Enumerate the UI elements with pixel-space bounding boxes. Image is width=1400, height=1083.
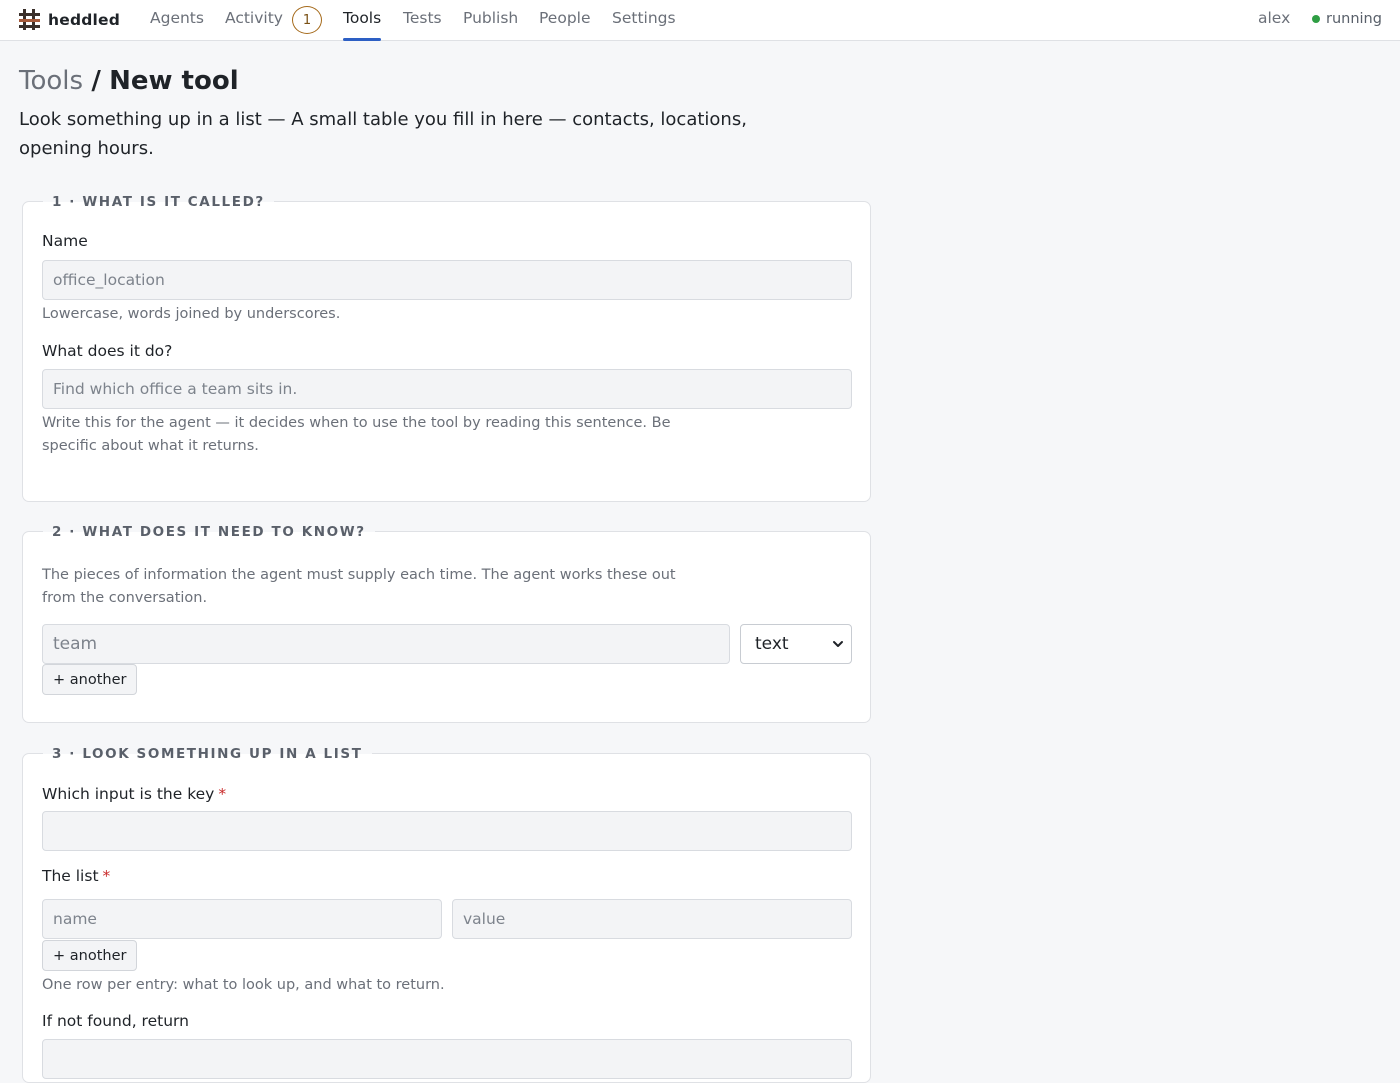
inputs-intro: The pieces of information the agent must… (42, 567, 676, 606)
add-input-button[interactable]: + another (42, 664, 138, 695)
user-name[interactable]: alex (1258, 9, 1290, 27)
hash-grid-icon (19, 9, 40, 30)
nav-item-tools[interactable]: Tools (343, 9, 382, 41)
brand[interactable]: heddled (19, 8, 120, 31)
page-title: New tool (109, 66, 239, 96)
input-type-value: text (755, 634, 789, 654)
add-list-row-button[interactable]: + another (42, 940, 138, 971)
description-hint: Write this for the agent — it decides wh… (42, 415, 671, 454)
list-label-text: The list (42, 867, 99, 885)
name-label: Name (42, 232, 88, 250)
nav-item-people[interactable]: People (539, 9, 591, 41)
input-name-field[interactable] (42, 624, 730, 664)
list-label: The list * (42, 867, 110, 885)
required-mark: * (218, 785, 227, 803)
section-legend: 2 · WHAT DOES IT NEED TO KNOW? (43, 522, 375, 542)
nav-item-tests[interactable]: Tests (403, 9, 442, 41)
section-legend: 1 · WHAT IS IT CALLED? (43, 192, 274, 212)
breadcrumb: Tools / New tool (19, 66, 239, 96)
section-legend: 3 · LOOK SOMETHING UP IN A LIST (43, 744, 372, 764)
breadcrumb-separator: / (91, 66, 101, 96)
section-lookup: 3 · LOOK SOMETHING UP IN A LIST Which in… (22, 744, 871, 1083)
input-type-select[interactable]: text (740, 624, 852, 664)
status-label: running (1326, 11, 1382, 27)
activity-count-badge: 1 (292, 6, 322, 34)
run-status: running (1312, 11, 1382, 27)
key-label: Which input is the key * (42, 785, 226, 803)
breadcrumb-parent[interactable]: Tools (19, 66, 83, 96)
page-subtitle: Look something up in a list — A small ta… (19, 109, 747, 159)
section-name: 1 · WHAT IS IT CALLED? Name Lowercase, w… (22, 192, 871, 502)
nav-item-agents[interactable]: Agents (150, 9, 204, 41)
not-found-input[interactable] (42, 1039, 852, 1079)
name-input[interactable] (42, 260, 852, 300)
list-hint: One row per entry: what to look up, and … (42, 977, 445, 993)
key-label-text: Which input is the key (42, 785, 215, 803)
nav-item-settings[interactable]: Settings (612, 9, 676, 41)
section-inputs: 2 · WHAT DOES IT NEED TO KNOW? The piece… (22, 522, 871, 723)
key-input[interactable] (42, 811, 852, 851)
list-name-input[interactable] (42, 899, 442, 939)
list-value-input[interactable] (452, 899, 852, 939)
chevron-down-icon (833, 641, 843, 647)
not-found-label: If not found, return (42, 1012, 189, 1030)
nav-item-publish[interactable]: Publish (463, 9, 518, 41)
name-hint: Lowercase, words joined by underscores. (42, 306, 341, 322)
description-input[interactable] (42, 369, 852, 409)
brand-name: heddled (48, 10, 121, 29)
top-nav: heddled Agents Activity 1 Tools Tests Pu… (0, 0, 1400, 41)
status-dot-icon (1312, 15, 1320, 23)
nav-item-activity[interactable]: Activity (225, 9, 283, 41)
description-label: What does it do? (42, 342, 173, 360)
required-mark: * (102, 867, 111, 885)
